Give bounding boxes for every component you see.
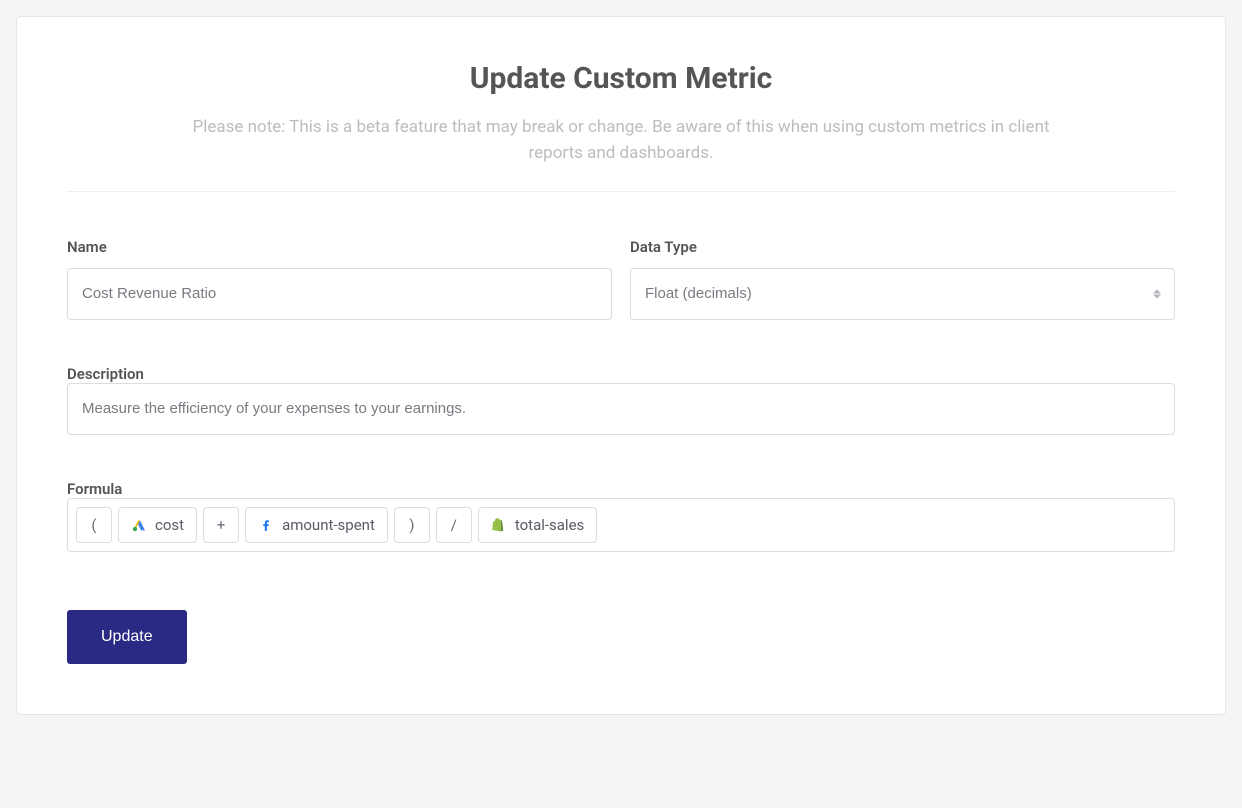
formula-operator-token[interactable]: ) [394, 507, 430, 543]
name-input[interactable] [67, 268, 612, 320]
description-field-group: Description [67, 364, 1175, 435]
data-type-field-group: Data Type Float (decimals) [630, 238, 1175, 320]
formula-operator-token[interactable]: ( [76, 507, 112, 543]
data-type-label: Data Type [630, 238, 1175, 256]
header-divider [67, 191, 1175, 192]
formula-label: Formula [67, 480, 122, 498]
formula-metric-token[interactable]: total-sales [478, 507, 597, 543]
custom-metric-card: Update Custom Metric Please note: This i… [16, 16, 1226, 715]
update-button[interactable]: Update [67, 610, 187, 664]
formula-operator-token[interactable]: / [436, 507, 472, 543]
shopify-icon [491, 517, 507, 533]
formula-token-label: amount-spent [282, 516, 375, 534]
data-type-select[interactable]: Float (decimals) [630, 268, 1175, 320]
beta-note: Please note: This is a beta feature that… [191, 114, 1051, 167]
name-label: Name [67, 238, 612, 256]
description-label: Description [67, 365, 144, 383]
description-input[interactable] [67, 383, 1175, 435]
page-title: Update Custom Metric [67, 61, 1175, 96]
formula-field-group: Formula ( cost + amount-spent)/ total-sales [67, 479, 1175, 552]
data-type-select-wrapper: Float (decimals) [630, 268, 1175, 320]
name-field-group: Name [67, 238, 612, 320]
formula-token-label: cost [155, 516, 184, 534]
formula-token-label: total-sales [515, 516, 584, 534]
formula-input[interactable]: ( cost + amount-spent)/ total-sales [67, 498, 1175, 552]
google-ads-icon [131, 517, 147, 533]
facebook-icon [258, 517, 274, 533]
formula-metric-token[interactable]: amount-spent [245, 507, 388, 543]
formula-metric-token[interactable]: cost [118, 507, 197, 543]
formula-operator-token[interactable]: + [203, 507, 239, 543]
row-name-type: Name Data Type Float (decimals) [67, 238, 1175, 320]
